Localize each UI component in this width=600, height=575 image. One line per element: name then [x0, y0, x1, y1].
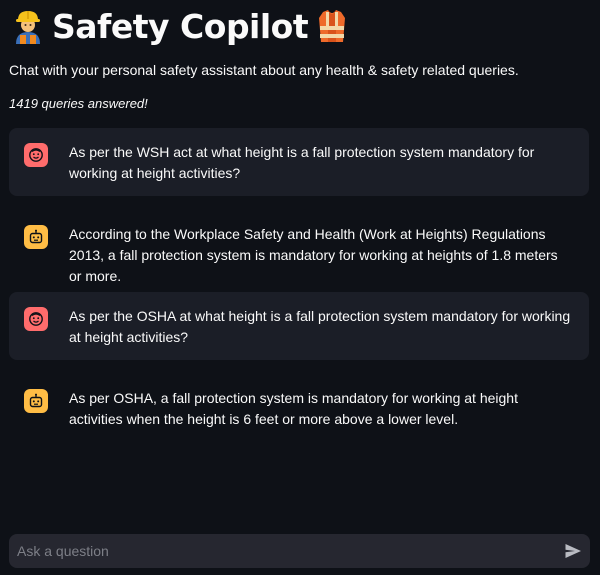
page-title: Safety Copilot	[52, 6, 309, 46]
construction-worker-icon	[16, 11, 40, 44]
user-face-icon	[29, 312, 43, 326]
safety-vest-icon	[319, 10, 346, 42]
send-icon[interactable]	[564, 542, 582, 560]
message-text: As per OSHA, a fall protection system is…	[69, 390, 518, 427]
message-text: As per the OSHA at what height is a fall…	[69, 308, 571, 345]
page-description: Chat with your personal safety assistant…	[9, 62, 519, 78]
chat-message-user: As per the OSHA at what height is a fall…	[9, 292, 589, 360]
bot-icon	[29, 393, 43, 408]
user-avatar	[24, 143, 48, 167]
user-avatar	[24, 307, 48, 331]
message-text: As per the WSH act at what height is a f…	[69, 144, 535, 181]
question-input[interactable]	[9, 534, 565, 568]
chat-input-bar	[9, 534, 590, 568]
assistant-avatar	[24, 225, 48, 249]
user-face-icon	[29, 148, 43, 162]
chat-message-assistant: According to the Workplace Safety and He…	[9, 210, 589, 284]
app-page: Safety Copilot Chat with your personal s…	[0, 0, 600, 575]
message-text: According to the Workplace Safety and He…	[69, 226, 558, 284]
chat-message-assistant: As per OSHA, a fall protection system is…	[9, 374, 589, 442]
bot-icon	[29, 229, 43, 244]
assistant-avatar	[24, 389, 48, 413]
chat-message-user: As per the WSH act at what height is a f…	[9, 128, 589, 196]
title-row: Safety Copilot	[12, 2, 348, 50]
queries-count: 1419 queries answered!	[9, 96, 148, 111]
